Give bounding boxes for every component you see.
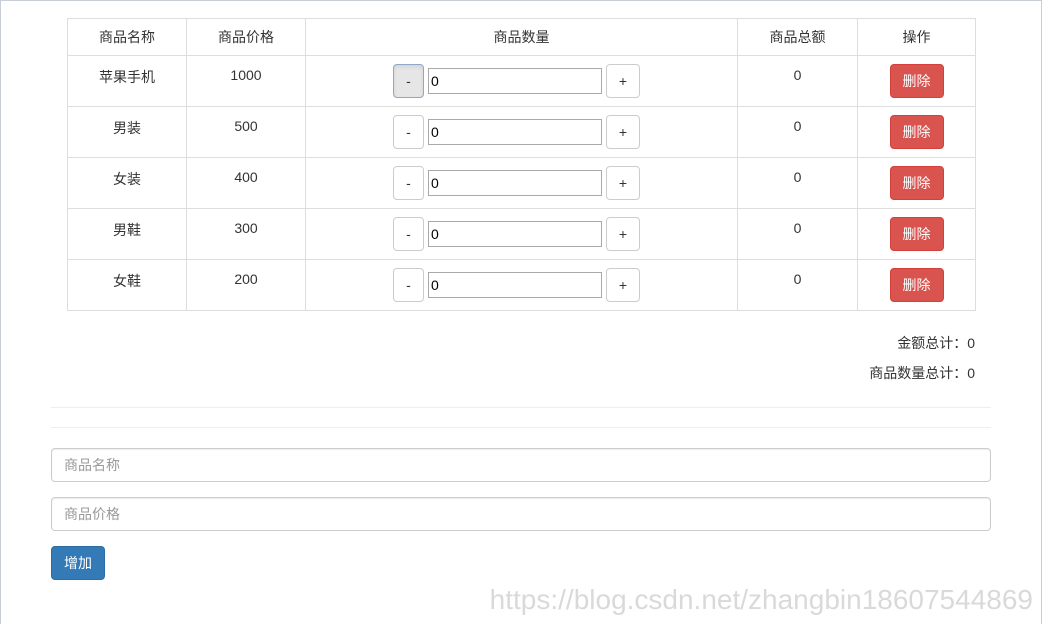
- header-total: 商品总额: [737, 18, 858, 56]
- product-name: 苹果手机: [67, 55, 187, 107]
- decrease-button[interactable]: -: [393, 115, 424, 149]
- decrease-button[interactable]: -: [393, 64, 424, 98]
- delete-button[interactable]: 删除: [889, 166, 944, 200]
- action-cell: 删除: [857, 157, 976, 209]
- action-cell: 删除: [857, 259, 976, 311]
- divider: [51, 407, 991, 408]
- product-total: 0: [737, 106, 858, 158]
- header-name: 商品名称: [67, 18, 187, 56]
- table-row: 女鞋 200 - + 0 删除: [67, 259, 976, 311]
- product-name: 女鞋: [67, 259, 187, 311]
- quantity-cell: - +: [305, 55, 738, 107]
- quantity-cell: - +: [305, 157, 738, 209]
- watermark: https://blog.csdn.net/zhangbin1860754486…: [489, 584, 1033, 615]
- quantity-total: 商品数量总计：0: [869, 365, 975, 381]
- action-cell: 删除: [857, 106, 976, 158]
- product-total: 0: [737, 208, 858, 260]
- quantity-input[interactable]: [428, 68, 602, 94]
- table-header-row: 商品名称 商品价格 商品数量 商品总额 操作: [67, 18, 976, 56]
- quantity-input[interactable]: [428, 272, 602, 298]
- increase-button[interactable]: +: [606, 217, 640, 251]
- action-cell: 删除: [857, 55, 976, 107]
- decrease-button[interactable]: -: [393, 268, 424, 302]
- decrease-button[interactable]: -: [393, 217, 424, 251]
- product-total: 0: [737, 55, 858, 107]
- product-price: 1000: [186, 55, 306, 107]
- table-row: 女装 400 - + 0 删除: [67, 157, 976, 209]
- quantity-cell: - +: [305, 259, 738, 311]
- header-price: 商品价格: [186, 18, 306, 56]
- increase-button[interactable]: +: [606, 268, 640, 302]
- cart-table: 商品名称 商品价格 商品数量 商品总额 操作 苹果手机 1000 - + 0 删…: [67, 18, 976, 311]
- product-price: 300: [186, 208, 306, 260]
- add-button[interactable]: 增加: [51, 546, 105, 580]
- quantity-input[interactable]: [428, 119, 602, 145]
- table-row: 男装 500 - + 0 删除: [67, 106, 976, 158]
- product-price-input[interactable]: [51, 497, 991, 531]
- action-cell: 删除: [857, 208, 976, 260]
- increase-button[interactable]: +: [606, 64, 640, 98]
- product-total: 0: [737, 259, 858, 311]
- quantity-cell: - +: [305, 208, 738, 260]
- table-row: 苹果手机 1000 - + 0 删除: [67, 55, 976, 107]
- product-price: 500: [186, 106, 306, 158]
- product-price: 400: [186, 157, 306, 209]
- product-price: 200: [186, 259, 306, 311]
- table-row: 男鞋 300 - + 0 删除: [67, 208, 976, 260]
- header-quantity: 商品数量: [305, 18, 738, 56]
- delete-button[interactable]: 删除: [889, 268, 944, 302]
- amount-total: 金额总计：0: [897, 335, 975, 351]
- header-action: 操作: [857, 18, 976, 56]
- product-total: 0: [737, 157, 858, 209]
- divider: [51, 427, 991, 428]
- quantity-input[interactable]: [428, 170, 602, 196]
- increase-button[interactable]: +: [606, 166, 640, 200]
- product-name: 女装: [67, 157, 187, 209]
- quantity-cell: - +: [305, 106, 738, 158]
- increase-button[interactable]: +: [606, 115, 640, 149]
- quantity-input[interactable]: [428, 221, 602, 247]
- product-name: 男装: [67, 106, 187, 158]
- delete-button[interactable]: 删除: [889, 115, 944, 149]
- product-name: 男鞋: [67, 208, 187, 260]
- product-name-input[interactable]: [51, 448, 991, 482]
- delete-button[interactable]: 删除: [889, 64, 944, 98]
- decrease-button[interactable]: -: [393, 166, 424, 200]
- delete-button[interactable]: 删除: [889, 217, 944, 251]
